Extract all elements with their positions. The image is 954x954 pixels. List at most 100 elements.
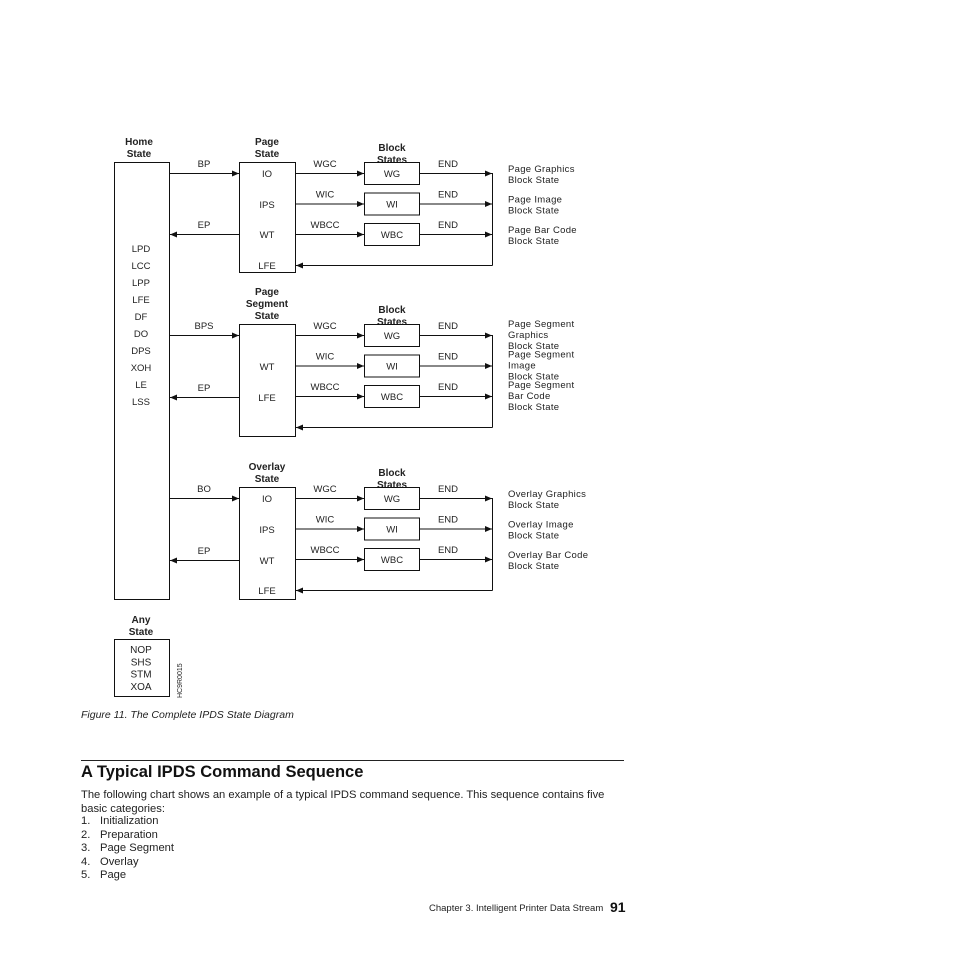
block-state-label: WG <box>384 494 400 505</box>
any-state-title-2: State <box>129 627 154 638</box>
list-number: 1. <box>81 815 91 827</box>
home-command: LPD <box>132 244 151 255</box>
list-item: 5. Page <box>81 869 174 883</box>
figure-caption: Figure 11. The Complete IPDS State Diagr… <box>81 709 294 721</box>
block-state-description: Bar Code <box>508 391 551 402</box>
page-segment-state-title: State <box>255 311 280 322</box>
block-state-label: WBC <box>381 230 403 241</box>
end-label: END <box>438 515 458 526</box>
category-list: 1. Initialization 2. Preparation 3. Page Se… <box>81 815 174 883</box>
end-label: END <box>438 159 458 170</box>
state-item: LFE <box>258 393 275 404</box>
block-command-label: WBCC <box>310 382 339 393</box>
block-state-label: WI <box>386 200 398 211</box>
block-state-description: Block State <box>508 175 559 186</box>
page-segment-state-group: PageSegmentState WT LFE BPS EP BlockStates WGC… <box>169 287 575 437</box>
block-state-label: WBC <box>381 392 403 403</box>
overlay-state-title: State <box>255 474 280 485</box>
exit-label: EP <box>198 220 211 231</box>
block-state-description: Page Segment <box>508 380 575 391</box>
any-state-title-1: Any <box>132 615 151 626</box>
section-paragraph: The following chart shows an example of … <box>81 789 605 815</box>
block-states-title: States <box>377 317 407 328</box>
state-groups: PageStateIOIPSWTLFEBPEPBlockStatesWGCWGE… <box>169 137 588 600</box>
section-divider <box>81 760 624 761</box>
block-state-label: WI <box>386 525 398 536</box>
end-label: END <box>438 545 458 556</box>
list-text: Initialization <box>100 815 159 827</box>
block-command-label: WGC <box>313 321 336 332</box>
exit-label: EP <box>198 383 211 394</box>
block-state-description: Block State <box>508 402 559 413</box>
state-item: IO <box>262 169 272 180</box>
block-state-description: Page Bar Code <box>508 225 577 236</box>
overlay-state-group: OverlayState IO IPS WT LFE BO EP BlockStates WGC… <box>169 462 588 600</box>
block-command-label: WGC <box>313 484 336 495</box>
home-command: DF <box>135 312 148 323</box>
exit-label: EP <box>198 546 211 557</box>
page-number: 91 <box>610 899 626 915</box>
block-state-description: Block State <box>508 206 559 217</box>
block-command-label: WIC <box>316 515 335 526</box>
home-state-title-2: State <box>127 149 152 160</box>
home-command: DPS <box>131 346 151 357</box>
any-command: XOA <box>130 682 151 693</box>
block-state-label: WG <box>384 331 400 342</box>
home-command: DO <box>134 329 148 340</box>
home-state-commands: LPD LCC LPP LFE DF DO DPS XOH LE LSS <box>131 244 152 408</box>
block-state-description: Block State <box>508 531 559 542</box>
block-states-title: Block <box>378 305 406 316</box>
home-command: LE <box>135 380 147 391</box>
end-label: END <box>438 382 458 393</box>
state-item: LFE <box>258 586 275 597</box>
block-command-label: WIC <box>316 190 335 201</box>
end-label: END <box>438 352 458 363</box>
state-item: IO <box>262 494 272 505</box>
ipds-state-diagram: Home State LPD LCC LPP LFE DF DO DPS XOH LE LSS A… <box>114 137 588 698</box>
list-text: Page <box>100 869 127 882</box>
block-state-label: WG <box>384 169 400 180</box>
block-state-description: Block State <box>508 236 559 247</box>
block-states-title: States <box>377 155 407 166</box>
page-segment-state-title: Page <box>255 287 279 298</box>
block-command-label: WBCC <box>310 545 339 556</box>
home-command: LSS <box>132 397 150 408</box>
home-command: LPP <box>132 278 150 289</box>
state-item: WT <box>260 362 275 373</box>
any-command: SHS <box>131 657 152 668</box>
page-segment-state-box <box>239 324 296 437</box>
state-item: IPS <box>259 200 274 211</box>
state-item: WT <box>260 556 275 567</box>
home-command: LFE <box>132 295 149 306</box>
section-heading: A Typical IPDS Command Sequence <box>81 763 364 781</box>
any-command: NOP <box>130 645 152 656</box>
list-text: Preparation <box>100 828 158 841</box>
block-state-label: WBC <box>381 555 403 566</box>
block-command-label: WBCC <box>310 220 339 231</box>
list-text: Page Segment <box>100 842 175 855</box>
any-state-commands: NOPSHS STMXOA <box>130 645 152 693</box>
end-label: END <box>438 190 458 201</box>
list-item: 1. Initialization <box>81 815 174 829</box>
block-states-title: Block <box>378 468 406 479</box>
list-item: 4. Overlay <box>81 856 174 870</box>
footer-chapter: Chapter 3. Intelligent Printer Data Stre… <box>429 903 604 914</box>
list-number: 4. <box>81 855 91 868</box>
block-command-label: WIC <box>316 352 335 363</box>
block-command-label: WGC <box>313 159 336 170</box>
block-state-label: WI <box>386 362 398 373</box>
block-state-description: Page Image <box>508 195 562 206</box>
list-item: 3. Page Segment <box>81 842 174 856</box>
list-item: 2. Preparation <box>81 829 174 843</box>
enter-label: BPS <box>194 321 213 332</box>
list-number: 5. <box>81 869 91 882</box>
block-state-description: Overlay Graphics <box>508 489 586 500</box>
end-label: END <box>438 220 458 231</box>
list-number: 2. <box>81 828 91 841</box>
enter-label: BP <box>198 159 211 170</box>
state-item: LFE <box>258 261 275 272</box>
block-state-description: Page Graphics <box>508 164 575 175</box>
block-states-title: States <box>377 480 407 491</box>
block-state-description: Overlay Image <box>508 520 574 531</box>
block-state-description: Overlay Bar Code <box>508 550 588 561</box>
